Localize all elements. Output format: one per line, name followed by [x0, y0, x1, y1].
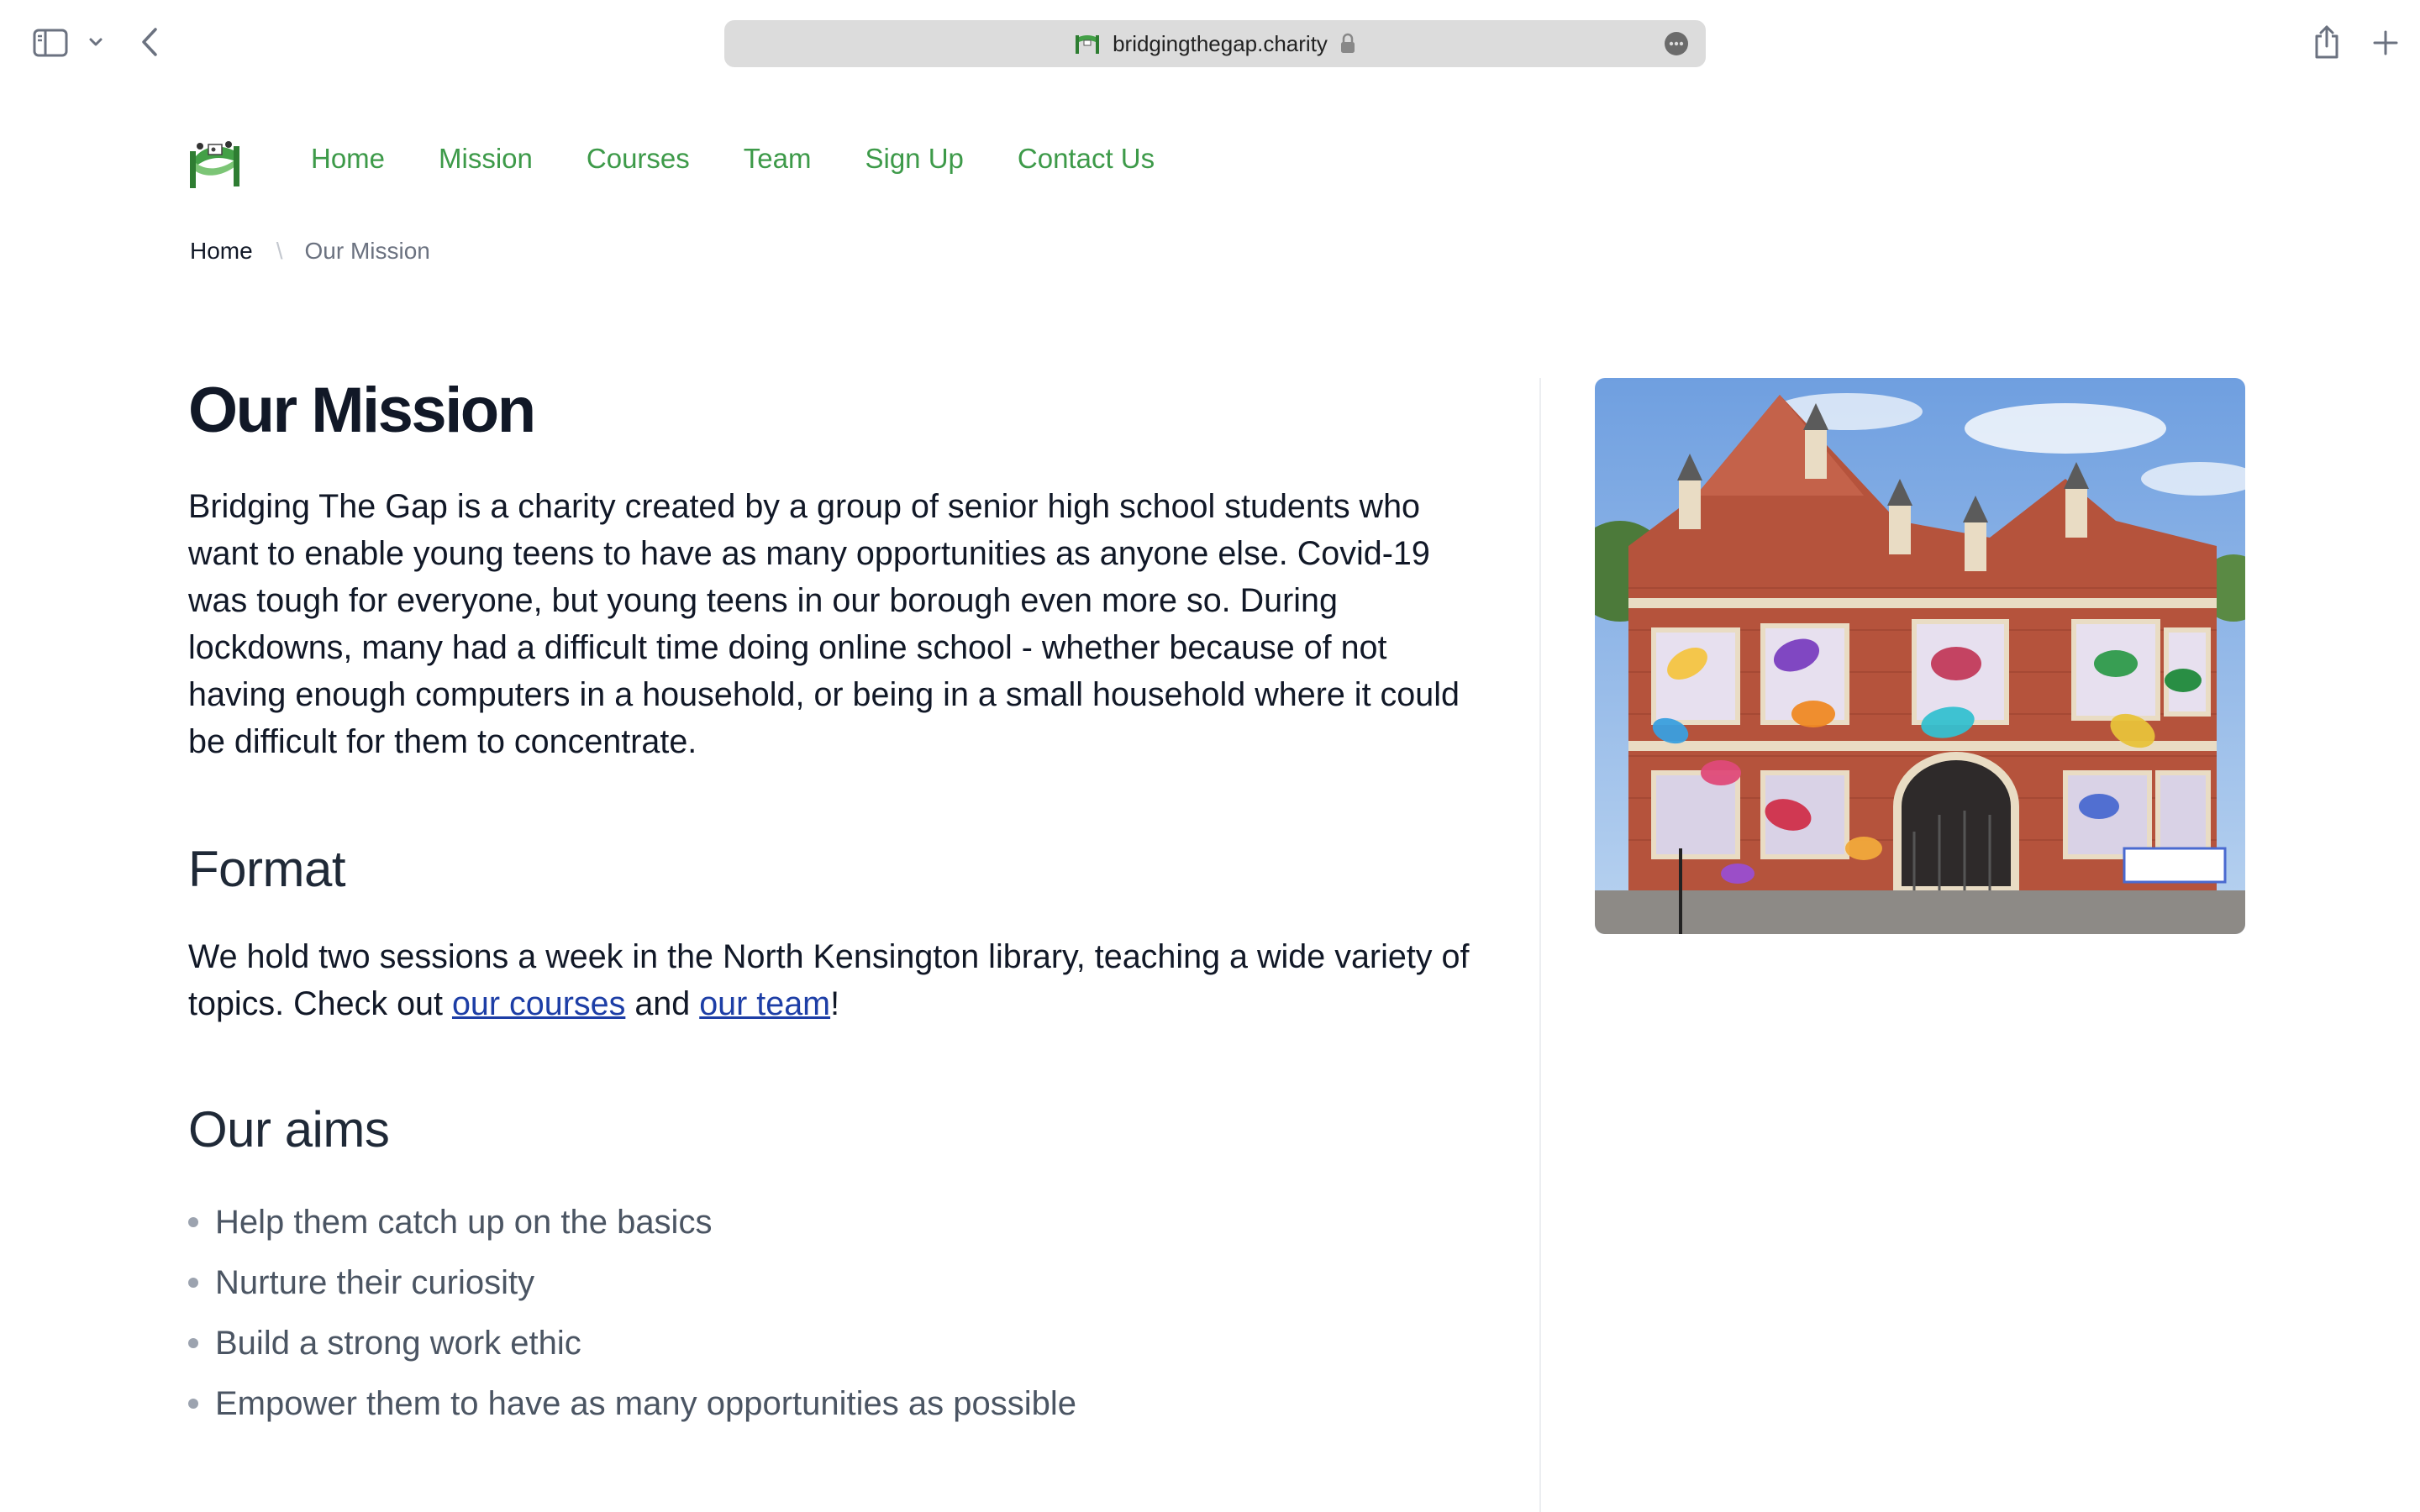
bullet-icon [188, 1337, 198, 1348]
nav-mission[interactable]: Mission [439, 143, 533, 175]
aim-text: Empower them to have as many opportuniti… [215, 1384, 1076, 1422]
more-icon[interactable] [1664, 31, 1689, 56]
aim-text: Nurture their curiosity [215, 1263, 535, 1301]
breadcrumb-home[interactable]: Home [190, 238, 253, 265]
intro-paragraph: Bridging The Gap is a charity created by… [188, 487, 1460, 760]
nav-courses[interactable]: Courses [587, 143, 690, 175]
list-item: Build a strong work ethic [188, 1313, 1482, 1373]
address-bar[interactable]: bridgingthegap.charity [724, 20, 1706, 67]
column-divider [1539, 378, 1541, 1512]
breadcrumb-current: Our Mission [304, 238, 430, 264]
browser-toolbar: bridgingthegap.charity [0, 0, 2420, 87]
plus-icon[interactable] [2368, 25, 2403, 60]
list-item: Empower them to have as many opportuniti… [188, 1373, 1482, 1434]
site-navigation: Home Mission Courses Team Sign Up Contac… [311, 143, 1155, 175]
site-favicon-icon [1076, 35, 1100, 54]
main-content: Our Mission Bridging The Gap is a charit… [188, 370, 1482, 1434]
format-heading: Format [188, 840, 346, 897]
back-arrow-icon[interactable] [133, 24, 166, 60]
our-team-link[interactable]: our team [699, 985, 830, 1022]
url-text: bridgingthegap.charity [1113, 30, 1328, 56]
bullet-icon [188, 1277, 198, 1288]
list-item: Nurture their curiosity [188, 1252, 1482, 1313]
breadcrumb-separator: \ [276, 238, 283, 264]
our-courses-link[interactable]: our courses [452, 985, 625, 1022]
sidebar-icon[interactable] [30, 25, 71, 60]
nav-team[interactable]: Team [744, 143, 812, 175]
nav-sign-up[interactable]: Sign Up [865, 143, 963, 175]
format-text-after: ! [830, 984, 840, 1022]
aims-heading: Our aims [188, 1100, 390, 1158]
format-paragraph: We hold two sessions a week in the North… [188, 933, 1482, 1027]
list-item: Help them catch up on the basics [188, 1192, 1482, 1252]
nav-home[interactable]: Home [311, 143, 385, 175]
library-building-photo [1595, 378, 2245, 934]
nav-contact-us[interactable]: Contact Us [1018, 143, 1155, 175]
aim-text: Build a strong work ethic [215, 1324, 581, 1362]
breadcrumb: Home \ Our Mission [190, 238, 430, 265]
bullet-icon [188, 1398, 198, 1409]
format-text-middle: and [625, 984, 700, 1022]
bridging-the-gap-logo[interactable] [188, 138, 242, 190]
lock-icon [1340, 33, 1355, 53]
chevron-down-icon[interactable] [84, 30, 108, 54]
aim-text: Help them catch up on the basics [215, 1203, 713, 1241]
bullet-icon [188, 1216, 198, 1227]
aims-list: Help them catch up on the basics Nurture… [188, 1192, 1482, 1434]
page-title: Our Mission [188, 375, 536, 446]
share-icon[interactable] [2309, 22, 2344, 62]
